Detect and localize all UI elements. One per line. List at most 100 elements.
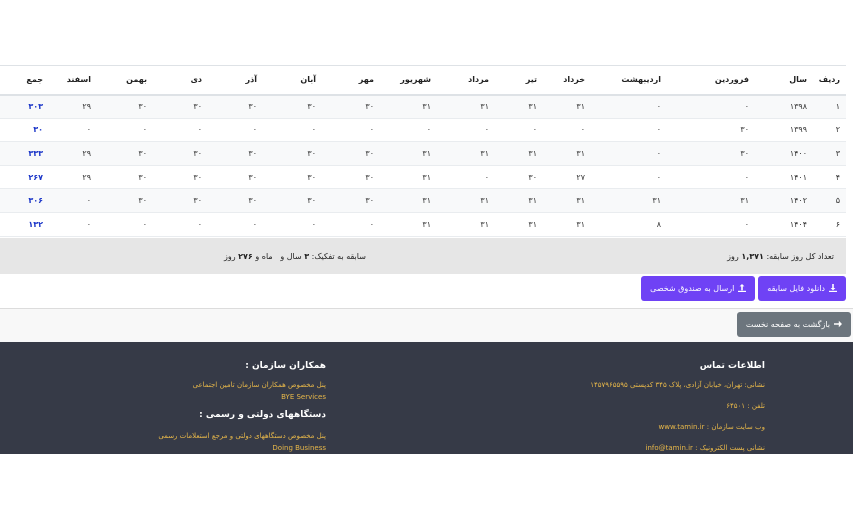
gov-portal-en-link[interactable]: Doing Business bbox=[86, 444, 326, 452]
column-header-farvardin: فروردین bbox=[667, 65, 755, 96]
partners-heading: همکاران سازمان : bbox=[245, 361, 326, 371]
cell-mehr: ۰ bbox=[322, 118, 380, 143]
cell-azar: ۳۰ bbox=[208, 188, 263, 213]
contact-website-link[interactable]: وب سایت سازمان : www.tamin.ir bbox=[465, 423, 766, 431]
cell-shahrivar: ۳۱ bbox=[380, 212, 437, 237]
column-header-dey: دی bbox=[153, 65, 208, 96]
contact-address: نشانی: تهران، خیابان آزادی، پلاک ۳۴۵ کدپ… bbox=[590, 381, 765, 389]
cell-row-number: ۲ bbox=[813, 118, 846, 143]
cell-esfand: ۲۹ bbox=[49, 94, 97, 119]
cell-row-number: ۳ bbox=[813, 141, 846, 166]
total-days-value: ۱,۳۷۱ bbox=[741, 251, 764, 261]
contact-email-link[interactable]: نشانی پست الکترونیک : info@tamin.ir bbox=[465, 444, 765, 452]
cell-row-number: ۴ bbox=[813, 165, 846, 190]
send-to-inbox-button[interactable]: ارسال به صندوق شخصی bbox=[641, 276, 756, 301]
cell-farvardin: ۰ bbox=[667, 165, 755, 190]
cell-mordad: ۰ bbox=[437, 165, 495, 190]
download-history-button[interactable]: دانلود فایل سابقه bbox=[758, 276, 846, 301]
cell-shahrivar: ۳۱ bbox=[380, 188, 437, 213]
total-days-summary: تعداد کل روز سابقه: ۱,۳۷۱ روز bbox=[727, 252, 834, 261]
cell-mehr: ۰ bbox=[322, 212, 380, 237]
back-to-home-button[interactable]: بازگشت به صفحه نخست bbox=[736, 312, 851, 337]
cell-shahrivar: ۳۱ bbox=[380, 94, 437, 119]
cell-mehr: ۳۰ bbox=[322, 141, 380, 166]
cell-dey: ۳۰ bbox=[153, 165, 208, 190]
column-header-mehr: مهر bbox=[322, 65, 380, 96]
partners-portal-link[interactable]: پنل مخصوص همکاران سازمان تامین اجتماعی bbox=[86, 381, 326, 389]
years-unit: سال و bbox=[280, 251, 302, 261]
cell-ordibehesht: ۸ bbox=[591, 212, 667, 237]
arrow-right-icon bbox=[834, 320, 842, 330]
cell-shahrivar: ۰ bbox=[380, 118, 437, 143]
cell-aban: ۰ bbox=[263, 118, 322, 143]
cell-year: ۱۳۹۹ bbox=[755, 118, 813, 143]
table-header-row: ردیف سال فروردین اردیبهشت خرداد تیر مرداد شهریو… bbox=[0, 65, 846, 96]
cell-mehr: ۳۰ bbox=[322, 94, 380, 119]
cell-bahman: ۰ bbox=[97, 118, 153, 143]
cell-esfand: ۰ bbox=[49, 212, 97, 237]
cell-aban: ۳۰ bbox=[263, 188, 322, 213]
column-header-esfand: اسفند bbox=[49, 65, 97, 96]
gov-portal-link[interactable]: پنل مخصوص دستگاههای دولتی و مرجع استعلام… bbox=[86, 432, 326, 440]
contact-heading: اطلاعات تماس bbox=[699, 361, 765, 371]
breakdown-summary: سابقه به تفکیک: ۳ سال و ماه و ۲۷۶ روز bbox=[224, 252, 366, 261]
cell-bahman: ۳۰ bbox=[97, 94, 153, 119]
action-buttons: دانلود فایل سابقه ارسال به صندوق شخصی bbox=[641, 276, 846, 301]
cell-shahrivar: ۳۱ bbox=[380, 141, 437, 166]
site-footer: اطلاعات تماس نشانی: تهران، خیابان آزادی،… bbox=[0, 342, 853, 454]
cell-aban: ۳۰ bbox=[263, 165, 322, 190]
cell-shahrivar: ۳۱ bbox=[380, 165, 437, 190]
cell-aban: ۳۰ bbox=[263, 94, 322, 119]
cell-mordad: ۳۱ bbox=[437, 188, 495, 213]
cell-mehr: ۳۰ bbox=[322, 165, 380, 190]
breakdown-label: سابقه به تفکیک: bbox=[311, 251, 366, 261]
cell-mordad: ۰ bbox=[437, 118, 495, 143]
table-row: ۱ ۱۳۹۸ ۰ ۰ ۳۱ ۳۱ ۳۱ ۳۱ ۳۰ ۳۰ ۳۰ ۳۰ ۳۰ ۲۹ ۳۰۳ bbox=[0, 94, 846, 119]
cell-total: ۳۰۶ bbox=[0, 188, 49, 213]
download-label: دانلود فایل سابقه bbox=[767, 284, 825, 293]
cell-ordibehesht: ۳۱ bbox=[591, 188, 667, 213]
cell-ordibehesht: ۰ bbox=[591, 94, 667, 119]
days-unit: روز bbox=[224, 251, 236, 261]
cell-tir: ۳۱ bbox=[495, 94, 543, 119]
months-value: ۲۷۶ bbox=[238, 251, 253, 261]
contact-phone: تلفن : ۶۴۵۰۱ bbox=[726, 402, 765, 410]
cell-farvardin: ۳۱ bbox=[667, 188, 755, 213]
partners-section: همکاران سازمان : پنل مخصوص همکاران سازما… bbox=[86, 342, 326, 461]
cell-row-number: ۱ bbox=[813, 94, 846, 119]
cell-row-number: ۵ bbox=[813, 188, 846, 213]
cell-total: ۲۶۷ bbox=[0, 165, 49, 190]
column-header-tir: تیر bbox=[495, 65, 543, 96]
partners-portal-en-link[interactable]: BYE Services bbox=[86, 393, 326, 401]
cell-year: ۱۴۰۱ bbox=[755, 165, 813, 190]
total-days-label: تعداد کل روز سابقه: bbox=[766, 251, 834, 261]
column-header-total: جمع bbox=[0, 65, 49, 96]
history-table-wrapper: ردیف سال فروردین اردیبهشت خرداد تیر مرداد شهریو… bbox=[0, 65, 846, 237]
summary-bar: تعداد کل روز سابقه: ۱,۳۷۱ روز سابقه به ت… bbox=[0, 238, 846, 274]
cell-ordibehesht: ۰ bbox=[591, 118, 667, 143]
table-body: ۱ ۱۳۹۸ ۰ ۰ ۳۱ ۳۱ ۳۱ ۳۱ ۳۰ ۳۰ ۳۰ ۳۰ ۳۰ ۲۹ ۳۰۳ ۲ ۱۳۹۹ ۳۰ ۰ ۰ ۰… bbox=[0, 94, 846, 237]
cell-year: ۱۴۰۴ bbox=[755, 212, 813, 237]
cell-esfand: ۰ bbox=[49, 188, 97, 213]
cell-azar: ۳۰ bbox=[208, 141, 263, 166]
cell-year: ۱۳۹۸ bbox=[755, 94, 813, 119]
cell-total: ۳۰۳ bbox=[0, 94, 49, 119]
cell-azar: ۳۰ bbox=[208, 94, 263, 119]
cell-farvardin: ۳۰ bbox=[667, 118, 755, 143]
gov-heading: دستگاههای دولتی و رسمی : bbox=[199, 410, 326, 420]
cell-total: ۱۳۲ bbox=[0, 212, 49, 237]
cell-tir: ۰ bbox=[495, 118, 543, 143]
cell-azar: ۰ bbox=[208, 212, 263, 237]
column-header-azar: آذر bbox=[208, 65, 263, 96]
cell-dey: ۳۰ bbox=[153, 94, 208, 119]
column-header-khordad: خرداد bbox=[543, 65, 591, 96]
cell-esfand: ۲۹ bbox=[49, 165, 97, 190]
cell-khordad: ۳۱ bbox=[543, 188, 591, 213]
cell-khordad: ۳۱ bbox=[543, 94, 591, 119]
table-row: ۲ ۱۳۹۹ ۳۰ ۰ ۰ ۰ ۰ ۰ ۰ ۰ ۰ ۰ ۰ ۰ ۳۰ bbox=[0, 118, 846, 143]
cell-mordad: ۳۱ bbox=[437, 141, 495, 166]
cell-year: ۱۴۰۲ bbox=[755, 188, 813, 213]
cell-khordad: ۰ bbox=[543, 118, 591, 143]
cell-mordad: ۳۱ bbox=[437, 94, 495, 119]
column-header-bahman: بهمن bbox=[97, 65, 153, 96]
